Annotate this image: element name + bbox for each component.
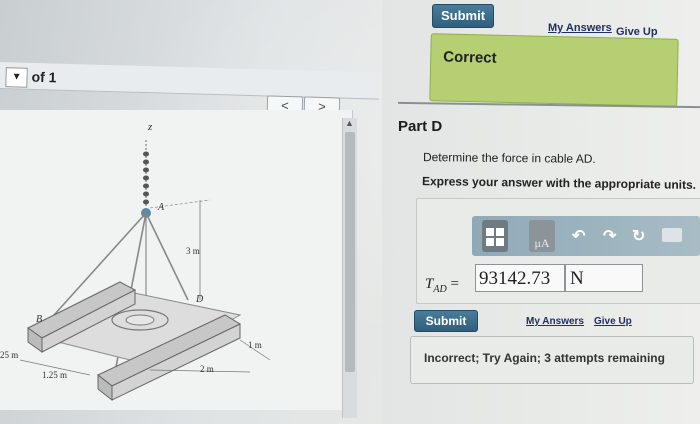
- point-b-label: B: [36, 314, 42, 325]
- undo-icon[interactable]: ↶: [572, 226, 585, 246]
- page-indicator[interactable]: ▼ of 1: [5, 67, 57, 88]
- figure-scrollbar[interactable]: ▲: [342, 118, 357, 418]
- keyboard-icon[interactable]: [662, 228, 682, 242]
- my-answers-link[interactable]: My Answers: [526, 316, 584, 327]
- submit-button-top[interactable]: Submit: [432, 4, 494, 28]
- templates-button[interactable]: [482, 220, 508, 252]
- dimension-1m: 1 m: [248, 340, 262, 350]
- answer-unit-input[interactable]: N: [565, 264, 643, 292]
- dimension-3m: 3 m: [186, 246, 200, 256]
- my-answers-link-top[interactable]: My Answers: [548, 22, 612, 34]
- templates-icon: [486, 228, 504, 246]
- dimension-25m: 25 m: [0, 350, 18, 360]
- correct-feedback-box: Correct: [429, 33, 679, 107]
- redo-icon[interactable]: ↷: [603, 226, 616, 246]
- crane-figure: z A B D 3 m 1 m 2 m 1.25 m 25 m: [0, 121, 271, 402]
- correct-feedback-text: Correct: [443, 48, 497, 67]
- z-axis-label: z: [147, 121, 153, 133]
- units-icon: μA: [534, 236, 550, 250]
- scrollbar-thumb[interactable]: [345, 132, 355, 372]
- units-button[interactable]: μA: [529, 220, 555, 252]
- reset-icon[interactable]: ↻: [632, 226, 645, 246]
- point-d-label: D: [195, 294, 204, 305]
- figure-panel: z A B D 3 m 1 m 2 m 1.25 m 25 m: [0, 110, 353, 410]
- answer-toolbar: μA ↶ ↷ ↻: [472, 216, 700, 256]
- question-text: Determine the force in cable AD.: [422, 150, 596, 166]
- answer-value-input[interactable]: 93142.73: [475, 264, 565, 292]
- scroll-up-icon[interactable]: ▲: [345, 118, 354, 128]
- dimension-1-25m: 1.25 m: [42, 370, 67, 380]
- page-count: of 1: [31, 68, 57, 86]
- figure-viewer-toolbar: ▼ of 1 < >: [0, 62, 380, 120]
- point-a-label: A: [157, 202, 165, 213]
- submit-button[interactable]: Submit: [414, 310, 478, 332]
- dimension-2m: 2 m: [200, 364, 214, 374]
- give-up-link-top[interactable]: Give Up: [616, 26, 658, 38]
- give-up-link[interactable]: Give Up: [594, 316, 632, 327]
- part-title: Part D: [398, 118, 443, 135]
- incorrect-feedback-text: Incorrect; Try Again; 3 attempts remaini…: [424, 351, 665, 365]
- answer-variable-label: TAD =: [425, 276, 459, 295]
- caret-down-icon[interactable]: ▼: [5, 67, 28, 88]
- incorrect-feedback-box: Incorrect; Try Again; 3 attempts remaini…: [410, 336, 694, 384]
